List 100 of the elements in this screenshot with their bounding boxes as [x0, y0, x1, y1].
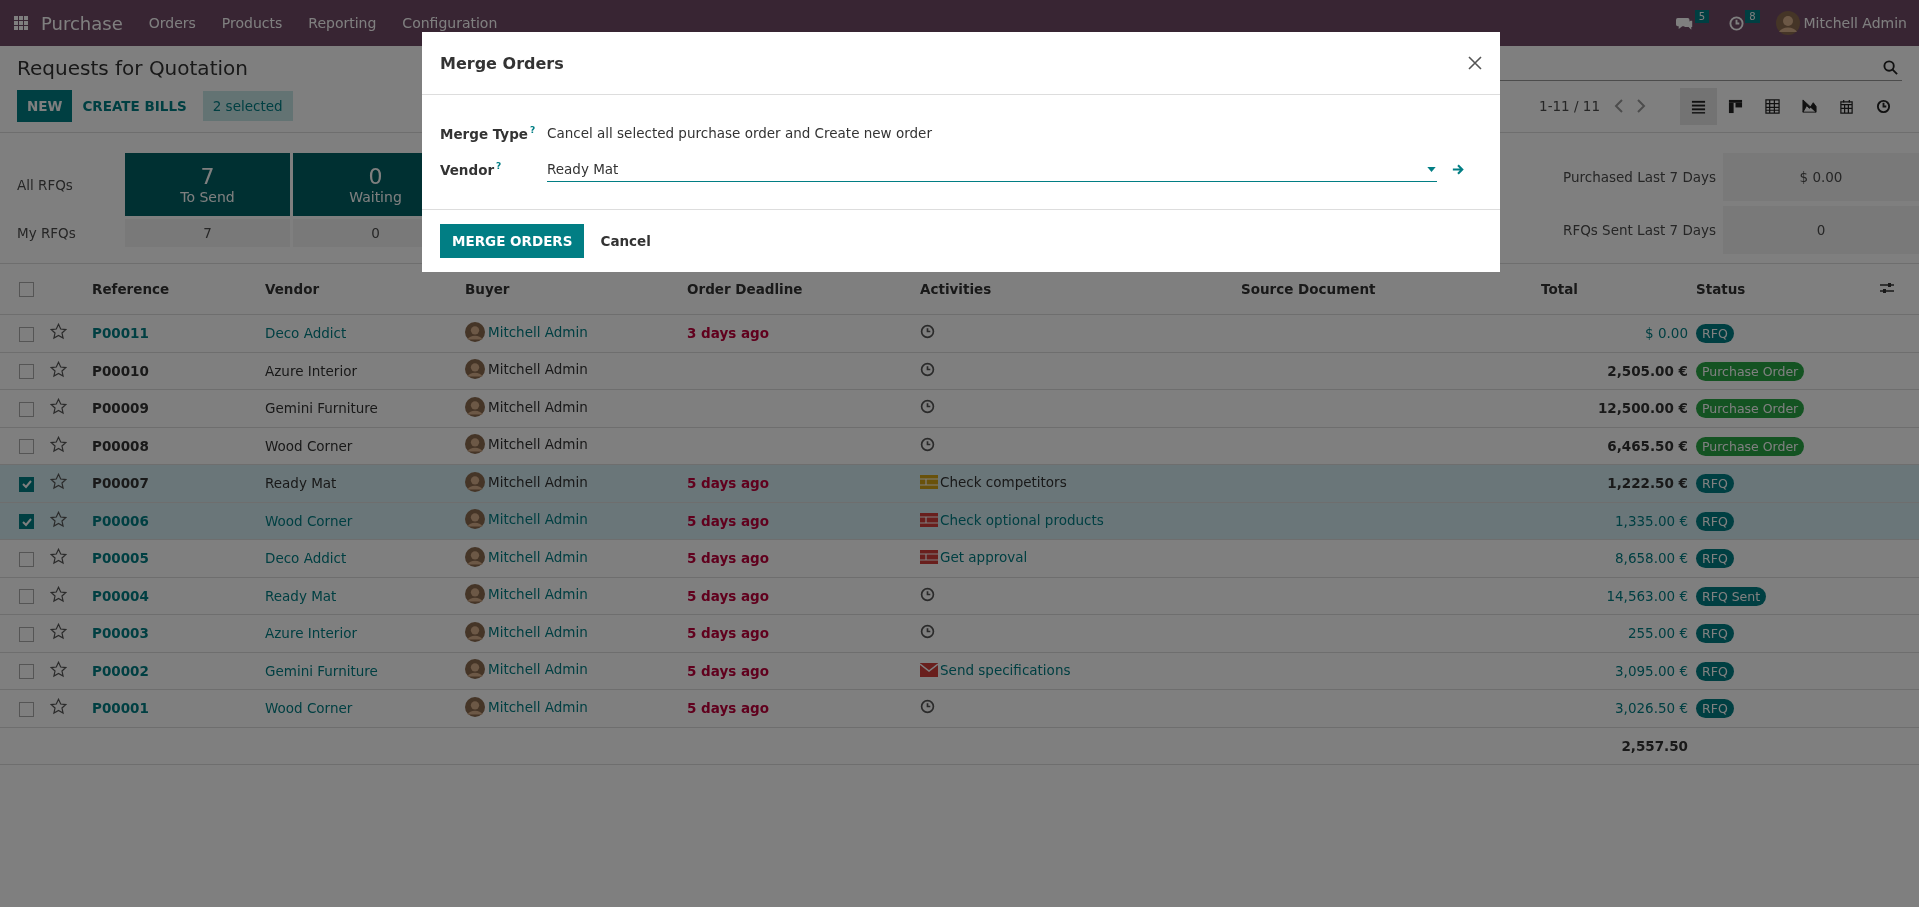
column-header[interactable]: Source Document: [1241, 281, 1376, 297]
status-badge: RFQ: [1696, 474, 1734, 494]
area-chart-icon[interactable]: [1802, 98, 1817, 114]
order-row[interactable]: P00007 Ready Mat Mitchell Admin 5 days ago Check competitors 1,222.50 € RFQ: [0, 464, 1919, 502]
star-icon[interactable]: [50, 360, 67, 378]
column-header[interactable]: Order Deadline: [687, 281, 803, 297]
deadline-cell: 5 days ago: [687, 475, 770, 492]
apps-menu-icon[interactable]: [14, 15, 29, 31]
cancel-button[interactable]: Cancel: [588, 224, 663, 258]
row-checkbox[interactable]: [19, 476, 34, 492]
menu-item[interactable]: Orders: [148, 15, 196, 31]
order-row[interactable]: P00011 Deco Addict Mitchell Admin 3 days ago $ 0.00 RFQ: [0, 314, 1919, 352]
status-badge: Purchase Order: [1696, 436, 1805, 456]
clock-icon[interactable]: [920, 399, 935, 415]
envelope-icon[interactable]: [920, 662, 938, 677]
merge-orders-button[interactable]: MERGE ORDERS: [440, 224, 585, 258]
menu-item[interactable]: Products: [221, 15, 283, 31]
order-row[interactable]: P00002 Gemini Furniture Mitchell Admin 5 days ago Send specifications 3,095.00 € RFQ: [0, 652, 1919, 690]
vendor-cell: Deco Addict: [265, 325, 347, 342]
column-header[interactable]: Activities: [920, 281, 992, 297]
clock-icon[interactable]: [920, 624, 935, 640]
previous-icon[interactable]: [1614, 99, 1624, 113]
new-button[interactable]: NEW: [17, 90, 73, 122]
star-icon[interactable]: [50, 398, 67, 416]
buyer-cell: Mitchell Admin: [488, 473, 588, 490]
reference-cell: P00007: [92, 475, 149, 492]
stat-value[interactable]: 7: [125, 219, 290, 247]
kanban-icon[interactable]: [1728, 98, 1743, 114]
list-icon[interactable]: [1691, 98, 1706, 114]
column-header[interactable]: Reference: [92, 281, 170, 297]
order-row[interactable]: P00005 Deco Addict Mitchell Admin 5 days ago Get approval 8,658.00 € RFQ: [0, 539, 1919, 577]
clock-icon[interactable]: [920, 361, 935, 377]
user-name[interactable]: Mitchell Admin: [1803, 15, 1907, 31]
calendar-icon[interactable]: [1839, 98, 1854, 114]
deadline-cell: 5 days ago: [687, 625, 770, 642]
star-icon[interactable]: [50, 473, 67, 491]
row-checkbox[interactable]: [19, 589, 34, 604]
menu-item[interactable]: Reporting: [308, 15, 377, 31]
next-icon[interactable]: [1636, 99, 1646, 113]
message-count-badge: 5: [1694, 9, 1710, 23]
column-header[interactable]: Status: [1696, 281, 1746, 297]
stat-tile[interactable]: 7 To Send: [125, 153, 290, 216]
menu-item[interactable]: Configuration: [402, 15, 498, 31]
column-header[interactable]: Buyer: [465, 281, 510, 297]
column-header[interactable]: Vendor: [265, 281, 320, 297]
reference-cell: P00008: [92, 437, 149, 454]
clock-icon[interactable]: [920, 699, 935, 715]
todo-icon[interactable]: [920, 512, 938, 527]
order-row[interactable]: P00001 Wood Corner Mitchell Admin 5 days ago 3,026.50 € RFQ: [0, 689, 1919, 727]
close-icon[interactable]: [1468, 56, 1482, 70]
view-switch-button[interactable]: [1680, 87, 1717, 125]
column-header[interactable]: Total: [1541, 281, 1578, 297]
star-icon[interactable]: [50, 660, 67, 678]
vendor-cell: Wood Corner: [265, 512, 353, 529]
avatar-icon[interactable]: [1775, 11, 1800, 35]
order-row[interactable]: P00004 Ready Mat Mitchell Admin 5 days ago 14,563.00 € RFQ Sent: [0, 577, 1919, 615]
order-row[interactable]: P00009 Gemini Furniture Mitchell Admin 12,500.00 € Purchase Order: [0, 389, 1919, 427]
create-bills-button[interactable]: CREATE BILLS: [72, 90, 197, 122]
clock-icon[interactable]: [1876, 98, 1891, 114]
order-row[interactable]: P00006 Wood Corner Mitchell Admin 5 days ago Check optional products 1,335.00 € RFQ: [0, 502, 1919, 540]
stat-label: RFQs Sent Last 7 Days: [1563, 222, 1718, 238]
avatar-icon: [465, 546, 485, 567]
order-row[interactable]: P00010 Azure Interior Mitchell Admin 2,505.00 € Purchase Order: [0, 352, 1919, 390]
order-row[interactable]: P00003 Azure Interior Mitchell Admin 5 days ago 255.00 € RFQ: [0, 614, 1919, 652]
arrow-right-icon[interactable]: [1452, 163, 1464, 175]
clock-icon[interactable]: [920, 324, 935, 340]
star-icon[interactable]: [50, 698, 67, 716]
select-all-checkbox[interactable]: [19, 282, 34, 298]
star-icon[interactable]: [50, 585, 67, 603]
row-checkbox[interactable]: [19, 664, 34, 679]
star-icon[interactable]: [50, 323, 67, 341]
row-checkbox[interactable]: [19, 514, 34, 529]
star-icon[interactable]: [50, 435, 67, 453]
grid-icon[interactable]: [1765, 98, 1780, 114]
star-icon[interactable]: [50, 548, 67, 566]
clock-icon[interactable]: [920, 436, 935, 452]
row-checkbox[interactable]: [19, 401, 34, 417]
status-badge: RFQ Sent: [1696, 586, 1767, 606]
todo-icon[interactable]: [920, 550, 938, 565]
deadline-cell: 3 days ago: [687, 325, 770, 342]
chat-icon[interactable]: [1675, 15, 1694, 31]
pager-value[interactable]: 1-11 / 11: [1539, 98, 1600, 114]
total-cell: 12,500.00 €: [1597, 400, 1688, 417]
row-checkbox[interactable]: [19, 551, 34, 567]
merge-type-value: Cancel all selected purchase order and Create new order: [547, 125, 932, 141]
deadline-cell: 5 days ago: [687, 700, 770, 717]
star-icon[interactable]: [50, 510, 67, 528]
activity-link[interactable]: Send specifications: [940, 661, 1071, 678]
row-checkbox[interactable]: [19, 701, 34, 717]
activity-link[interactable]: Check competitors: [940, 474, 1067, 491]
star-icon[interactable]: [50, 623, 67, 641]
row-checkbox[interactable]: [19, 326, 34, 342]
app-name[interactable]: Purchase: [41, 12, 123, 34]
clock-icon[interactable]: [920, 586, 935, 602]
activity-link[interactable]: Get approval: [940, 549, 1028, 566]
row-checkbox[interactable]: [19, 439, 34, 454]
avatar-icon: [465, 396, 485, 417]
row-checkbox[interactable]: [19, 364, 34, 379]
settings-icon[interactable]: [1880, 282, 1894, 294]
row-checkbox[interactable]: [19, 626, 34, 642]
